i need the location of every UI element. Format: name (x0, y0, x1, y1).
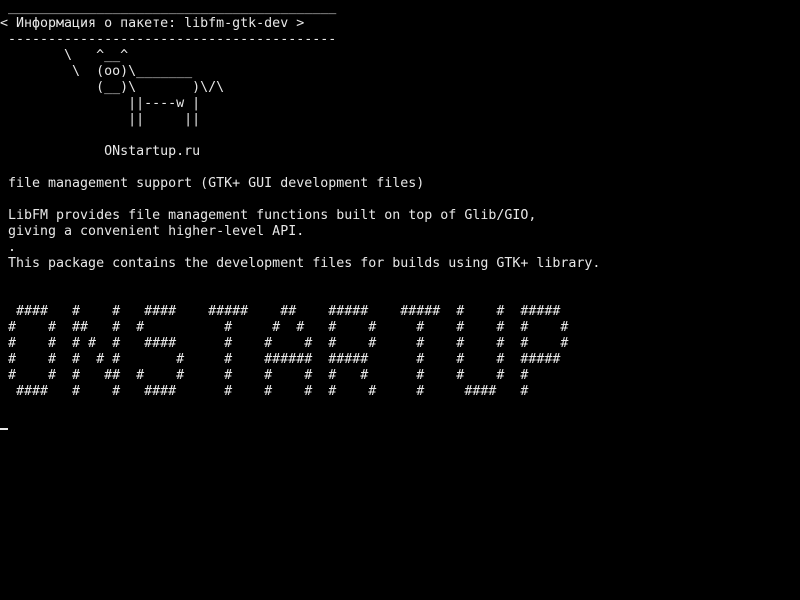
text-cursor (0, 428, 8, 430)
package-description: LibFM provides file management functions… (0, 208, 537, 223)
banner-line: #### # # #### # # # # # # #### # (0, 384, 529, 399)
cowsay-bottom-border: ----------------------------------------… (0, 32, 337, 47)
site-name: ONstartup.ru (0, 144, 201, 159)
banner-line: #### # # #### ##### ## ##### ##### # # #… (0, 304, 561, 319)
terminal-window[interactable]: ________________________________________… (0, 0, 800, 600)
terminal-output: ________________________________________… (0, 0, 800, 400)
package-summary: file management support (GTK+ GUI develo… (0, 176, 425, 191)
banner-line: # # ## # # # # # # # # # # # # (0, 320, 569, 335)
package-description: . (0, 240, 17, 255)
cow-art-line: ||----w | (0, 96, 201, 111)
cow-art-line: || || (0, 112, 201, 127)
cow-art-line: \ ^__^ (0, 48, 129, 63)
package-description: giving a convenient higher-level API. (0, 224, 305, 239)
banner-line: # # # # # #### # # # # # # # # # # (0, 336, 569, 351)
banner-line: # # # ## # # # # # # # # # # # (0, 368, 529, 383)
banner-line: # # # # # # # ###### ##### # # # ##### (0, 352, 561, 367)
cow-art-line: (__)\ )\/\ (0, 80, 225, 95)
cowsay-top-border: ________________________________________… (0, 0, 337, 15)
cowsay-message: < Информация о пакете: libfm-gtk-dev > (0, 16, 305, 31)
package-description: This package contains the development fi… (0, 256, 601, 271)
cow-art-line: \ (oo)\_______ (0, 64, 193, 79)
